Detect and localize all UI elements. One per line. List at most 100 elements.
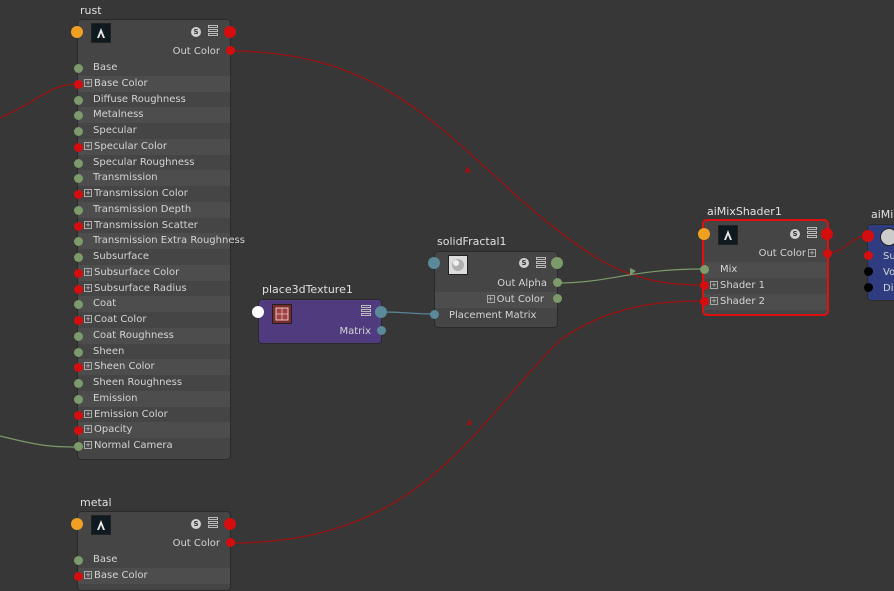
attribute-plug[interactable] — [74, 190, 83, 199]
expand-icon[interactable]: + — [84, 78, 92, 87]
attribute-plug[interactable] — [74, 205, 83, 215]
attribute-row: Base — [78, 552, 230, 568]
wire-arrow-rust — [465, 166, 471, 173]
attribute-row: Specular — [78, 123, 230, 139]
mix-mix-plug[interactable] — [700, 265, 709, 274]
attribute-plug[interactable] — [74, 556, 83, 565]
mix-shader2-row: + Shader 2 — [704, 294, 827, 310]
fractal-input-plug[interactable] — [428, 257, 440, 269]
expand-icon[interactable]: + — [710, 297, 718, 305]
attribute-list-icon[interactable] — [361, 305, 371, 316]
attribute-row: + Subsurface Radius — [78, 281, 230, 297]
rust-out-color-plug[interactable] — [226, 46, 235, 55]
mix-shader1-row: + Shader 1 — [704, 278, 827, 294]
swatch-badge-icon[interactable]: S — [191, 27, 201, 37]
expand-icon[interactable]: + — [84, 315, 92, 323]
attribute-row: + Emission Color — [78, 407, 230, 423]
sg-input-plug[interactable] — [862, 230, 874, 242]
rust-output-plug[interactable] — [224, 26, 236, 38]
place3d-input-plug[interactable] — [252, 306, 264, 318]
attribute-label: Specular — [93, 125, 137, 136]
expand-icon[interactable]: + — [84, 362, 92, 371]
attribute-label: Diffuse Roughness — [93, 93, 186, 105]
sg-volume-plug[interactable] — [864, 267, 873, 276]
attribute-plug[interactable] — [74, 442, 83, 451]
expand-icon[interactable]: + — [84, 425, 92, 434]
rust-out-color-row: Out Color — [78, 44, 230, 60]
rust-shader-node[interactable]: S Out Color Base + Base Color Diffuse Rough… — [77, 19, 245, 460]
swatch-badge-icon[interactable]: S — [191, 519, 201, 529]
attribute-plug[interactable] — [74, 379, 83, 388]
swatch-badge-icon[interactable]: S — [790, 229, 800, 239]
attribute-plug[interactable] — [74, 347, 83, 357]
attribute-plug[interactable] — [74, 142, 83, 152]
shading-group-icon — [880, 228, 894, 246]
place3d-matrix-plug[interactable] — [377, 326, 386, 335]
expand-icon[interactable]: + — [84, 267, 92, 276]
attribute-plug[interactable] — [74, 316, 83, 325]
metal-out-color-plug[interactable] — [226, 538, 235, 547]
solid-fractal-node[interactable]: S Out Alpha + Out Color Placement Matrix — [434, 251, 558, 328]
attribute-list-icon[interactable] — [208, 25, 218, 36]
attribute-plug[interactable] — [74, 221, 83, 231]
metal-input-plug[interactable] — [71, 518, 83, 530]
metal-output-plug[interactable] — [224, 518, 236, 530]
mix-output-plug[interactable] — [821, 228, 833, 240]
expand-icon[interactable]: + — [84, 409, 92, 418]
expand-icon[interactable]: + — [84, 141, 92, 150]
attribute-plug[interactable] — [74, 158, 83, 168]
metal-shader-node[interactable]: S Out Color Base + Base Color — [77, 511, 231, 591]
attribute-plug[interactable] — [74, 95, 83, 105]
attribute-plug[interactable] — [74, 268, 83, 278]
attribute-label: Sheen — [93, 345, 125, 357]
place3d-texture-node[interactable]: Matrix — [258, 299, 382, 344]
attribute-plug[interactable] — [74, 64, 83, 73]
fractal-out-color-plug[interactable] — [553, 294, 562, 303]
attribute-label: Base — [93, 554, 118, 565]
attribute-row: + Transmission Scatter — [78, 218, 230, 234]
attribute-plug[interactable] — [74, 79, 83, 89]
attribute-plug[interactable] — [74, 394, 83, 404]
matrix-label: Matrix — [339, 326, 371, 337]
fractal-placement-plug[interactable] — [430, 310, 439, 319]
attribute-plug[interactable] — [74, 127, 83, 136]
mix-shader-node[interactable]: S Out Color + Mix + Shader 1 + Shader 2 — [702, 219, 829, 316]
wire-base-color-input — [0, 83, 79, 119]
sg-surface-label: Su — [883, 251, 894, 262]
expand-icon[interactable]: + — [808, 249, 816, 257]
attribute-row: Sheen Roughness — [78, 375, 230, 391]
attribute-list-icon[interactable] — [208, 517, 218, 528]
expand-icon[interactable]: + — [84, 283, 92, 292]
mix-input-plug[interactable] — [698, 228, 710, 240]
expand-icon[interactable]: + — [84, 570, 92, 579]
attribute-plug[interactable] — [74, 571, 83, 581]
mix-out-color-plug[interactable] — [823, 249, 832, 258]
sg-volume-label: Vo — [883, 267, 894, 278]
attribute-row: + Normal Camera — [78, 438, 230, 454]
expand-icon[interactable]: + — [486, 295, 495, 303]
expand-icon[interactable]: + — [84, 220, 92, 229]
mix-shader2-plug[interactable] — [700, 297, 709, 306]
attribute-row: Transmission Depth — [78, 201, 230, 218]
attribute-label: + Base Color — [84, 77, 148, 89]
rust-node-header[interactable]: S — [78, 20, 230, 44]
sg-displacement-plug[interactable] — [864, 283, 873, 292]
expand-icon[interactable]: + — [84, 189, 92, 197]
metal-node-header[interactable]: S — [78, 512, 230, 536]
sg-surface-plug[interactable] — [864, 251, 873, 260]
expand-icon[interactable]: + — [84, 441, 92, 449]
swatch-badge-icon[interactable]: S — [519, 258, 529, 268]
fractal-output-plug[interactable] — [551, 257, 563, 269]
place3d-output-plug[interactable] — [375, 306, 387, 318]
attribute-plug[interactable] — [74, 253, 83, 262]
attribute-list-icon[interactable] — [807, 227, 817, 238]
attribute-list-icon[interactable] — [536, 257, 546, 268]
mix-shader1-plug[interactable] — [700, 281, 709, 290]
rust-input-plug[interactable] — [71, 26, 83, 38]
attribute-plug[interactable] — [74, 410, 83, 420]
attribute-plug[interactable] — [74, 331, 83, 341]
fractal-out-alpha-plug[interactable] — [553, 278, 562, 287]
expand-icon[interactable]: + — [710, 281, 718, 289]
out-color-label: + Out Color — [486, 294, 544, 305]
attribute-plug[interactable] — [74, 284, 83, 294]
